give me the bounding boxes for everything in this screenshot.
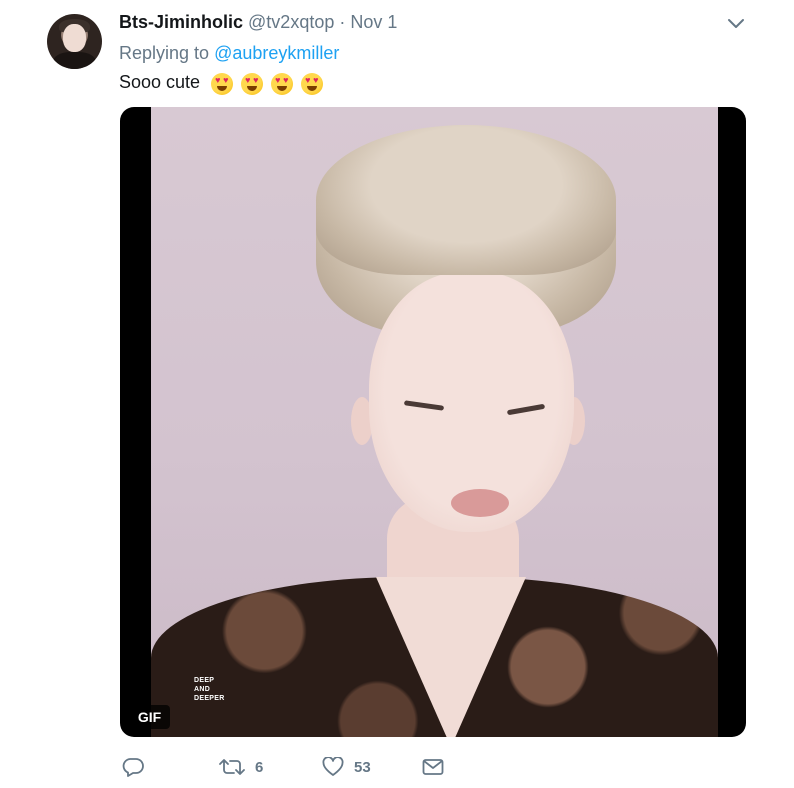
retweet-icon [219, 757, 245, 777]
display-name[interactable]: Bts-Jiminholic [119, 12, 243, 32]
replying-to: Replying to @aubreykmiller [119, 42, 339, 64]
envelope-icon [422, 758, 444, 776]
reply-button[interactable] [122, 752, 144, 782]
tweet-actions: 6 53 [119, 752, 479, 782]
tweet-body: Sooo cute [119, 72, 201, 92]
tweet-text: Sooo cute [119, 70, 326, 96]
replying-to-handle[interactable]: @aubreykmiller [214, 43, 339, 63]
like-count: 53 [354, 758, 371, 776]
heart-eyes-emoji-icon [211, 73, 234, 96]
chevron-down-icon[interactable] [726, 16, 746, 32]
like-button[interactable]: 53 [322, 752, 371, 782]
tweet-date[interactable]: Nov 1 [350, 12, 397, 32]
replying-prefix: Replying to [119, 43, 210, 63]
tweet-header: Bts-Jiminholic @tv2xqtop · Nov 1 [119, 11, 397, 33]
emoji-row [211, 71, 326, 96]
retweet-count: 6 [255, 758, 264, 776]
user-handle[interactable]: @tv2xqtop [248, 12, 334, 32]
separator: · [339, 12, 346, 32]
reply-icon [122, 757, 144, 777]
heart-icon [322, 757, 344, 777]
gif-badge: GIF [129, 705, 170, 729]
retweet-button[interactable]: 6 [219, 752, 263, 782]
heart-eyes-emoji-icon [301, 73, 324, 96]
heart-eyes-emoji-icon [241, 73, 264, 96]
heart-eyes-emoji-icon [271, 73, 294, 96]
watermark: DEEP AND DEEPER [194, 677, 225, 702]
gif-media[interactable]: DEEP AND DEEPER [120, 107, 746, 737]
gif-frame: DEEP AND DEEPER [151, 107, 718, 737]
direct-message-button[interactable] [422, 752, 444, 782]
avatar[interactable] [47, 14, 102, 69]
